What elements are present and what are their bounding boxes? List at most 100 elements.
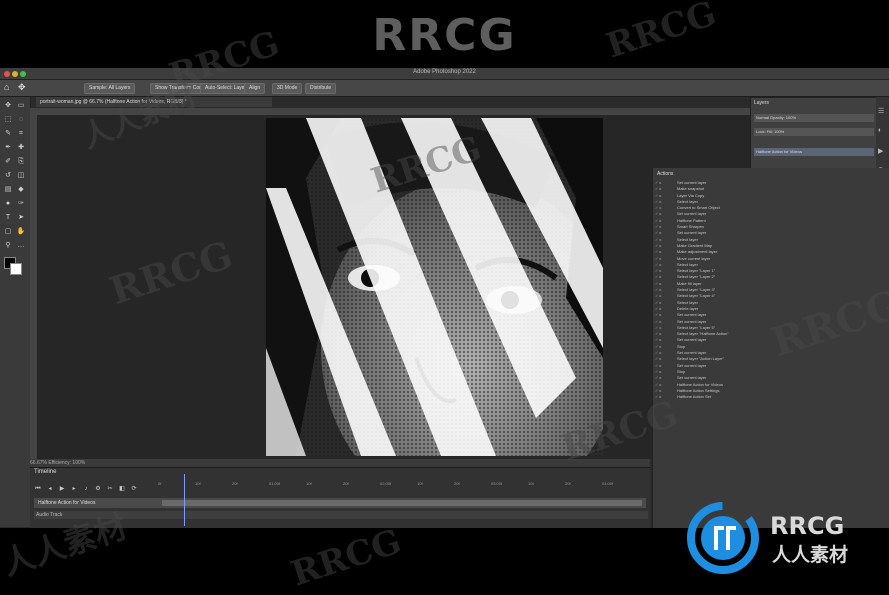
action-label: Halftone Action Settings	[677, 387, 720, 393]
action-label: Select layer "Layer 2"	[677, 274, 716, 280]
3d-mode-option[interactable]: 3D Mode	[272, 83, 303, 94]
action-label: Set current layer	[677, 230, 707, 236]
action-label: Select layer "Action Layer"	[677, 356, 725, 362]
brush-tool-icon[interactable]: ✐	[2, 157, 14, 167]
action-label: Select layer	[677, 236, 698, 242]
top-banner: RRCG	[0, 0, 889, 68]
hand-tool-icon[interactable]: ✋	[15, 227, 27, 237]
actions-panel: Actions ✓ ▸ Set current layer ✓ ▸ Make snap…	[652, 168, 889, 528]
action-label: Convert to Smart Object	[677, 205, 720, 211]
action-label: Make Gradient Map	[677, 242, 713, 248]
lasso-tool-icon[interactable]: ◌	[15, 115, 27, 125]
layers-tab[interactable]: Layers	[754, 100, 769, 106]
history-brush-tool-icon[interactable]: ↺	[2, 171, 14, 181]
properties-icon[interactable]: ☰	[878, 107, 884, 115]
eraser-tool-icon[interactable]: ◫	[15, 171, 27, 181]
lock-fill-row[interactable]: Lock: Fill: 100%	[754, 128, 874, 136]
timeline-tick: 20f	[565, 481, 571, 486]
options-bar: ⌂ ✥ Sample: All Layers Show Transform Co…	[0, 80, 889, 97]
brand-name: RRCG	[770, 512, 845, 540]
dodge-tool-icon[interactable]: ●	[2, 199, 14, 209]
action-label: Select layer "Layer 5"	[677, 324, 716, 330]
timeline-tick: 10f	[417, 481, 423, 486]
zoom-tool-icon[interactable]: ⚲	[2, 241, 14, 251]
home-icon[interactable]: ⌂	[4, 82, 9, 92]
move-tool-icon[interactable]: ✥	[2, 101, 14, 111]
actions-panel-title[interactable]: Actions	[657, 171, 673, 177]
path-select-tool-icon[interactable]: ➤	[15, 213, 27, 223]
action-label: Move current layer	[677, 255, 711, 261]
action-label: Delete layer	[677, 305, 699, 311]
actions-icon[interactable]: ▶	[878, 147, 883, 155]
action-label: Halftone Pattern	[677, 217, 706, 223]
adjustments-icon[interactable]: ◐	[878, 127, 882, 134]
banner-title: RRCG	[372, 10, 517, 61]
halftone-portrait-image	[266, 118, 603, 456]
horizontal-ruler	[30, 108, 750, 115]
timeline-tick: 03:00f	[491, 481, 503, 486]
timeline-ruler: 0f 10f 20f 01:00f 10f 20f 02:00f 10f 20f 03:00f 10…	[30, 468, 650, 488]
action-label: Set current layer	[677, 312, 707, 318]
rrcg-logo-icon	[687, 502, 759, 574]
timeline-tick: 10f	[195, 481, 201, 486]
action-label: Set current layer	[677, 375, 707, 381]
type-tool-icon[interactable]: T	[2, 213, 14, 223]
action-label: Select layer	[677, 198, 698, 204]
action-label: Select layer "Layer 4"	[677, 293, 716, 299]
tools-panel: ✥ ▭ ⬚ ◌ ✎ ⌗ ✒ ✚ ✐ ⎘ ↺ ◫ ▤ ◆ ● ✑ T ➤ ▢ ✋ …	[0, 97, 31, 527]
vertical-ruler	[30, 115, 37, 459]
background-color-swatch[interactable]	[10, 263, 22, 275]
marquee-tool-icon[interactable]: ⬚	[2, 115, 14, 125]
action-label: Make snapshot	[677, 186, 705, 192]
blur-tool-icon[interactable]: ◆	[15, 185, 27, 195]
timeline-tick: 0f	[158, 481, 162, 486]
audio-track: Audio Track	[34, 511, 648, 519]
action-item[interactable]: ✓ ▸ Halftone Action Set	[655, 394, 885, 400]
sample-option[interactable]: Sample: All Layers	[84, 83, 136, 94]
gradient-tool-icon[interactable]: ▤	[2, 185, 14, 195]
action-label: Select layer "Layer 1"	[677, 268, 716, 274]
timeline-tick: 20f	[232, 481, 238, 486]
clip-label: Halftone Action for Videos	[38, 500, 96, 506]
timeline-tick: 20f	[454, 481, 460, 486]
action-label: Set current layer	[677, 180, 707, 185]
action-label: Set current layer	[677, 350, 707, 356]
eyedropper-tool-icon[interactable]: ✒	[2, 143, 14, 153]
actions-list: ✓ ▸ Set current layer ✓ ▸ Make snapshot ✓ ▸ L…	[655, 180, 885, 400]
action-label: Select layer "Halftone Action"	[677, 331, 729, 337]
action-label: Smart Sharpen	[677, 224, 704, 230]
layer-row[interactable]: Halftone Action for Videos	[754, 148, 874, 156]
timeline-tick: 01:00f	[269, 481, 281, 486]
move-tool-icon[interactable]: ✥	[18, 82, 26, 93]
action-label: Halftone Action Set	[677, 394, 712, 400]
crop-tool-icon[interactable]: ⌗	[15, 129, 27, 139]
timeline-tick: 20f	[343, 481, 349, 486]
align-option[interactable]: Align	[244, 83, 266, 94]
playhead[interactable]	[184, 474, 185, 526]
artboard-tool-icon[interactable]: ▭	[15, 101, 27, 111]
action-label: Set current layer	[677, 318, 707, 324]
video-clip[interactable]	[162, 500, 642, 506]
app-title: Adobe Photoshop 2022	[413, 69, 476, 75]
layers-panel: Layers Normal Opacity: 100% Lock: Fill: …	[750, 97, 878, 169]
more-tools-icon[interactable]: …	[15, 241, 27, 251]
clone-stamp-tool-icon[interactable]: ⎘	[15, 157, 27, 167]
title-bar: Adobe Photoshop 2022	[0, 68, 889, 80]
healing-tool-icon[interactable]: ✚	[15, 143, 27, 153]
shape-tool-icon[interactable]: ▢	[2, 227, 14, 237]
status-bar: 66.67% Efficiency: 100%	[30, 459, 650, 467]
blend-mode-row[interactable]: Normal Opacity: 100%	[754, 114, 874, 122]
timeline-tick: 02:00f	[380, 481, 392, 486]
distribute-option[interactable]: Distribute	[305, 83, 337, 94]
action-label: Set current layer	[677, 337, 707, 343]
action-label: Halftone Action for Videos	[677, 381, 723, 387]
action-label: Make adjustment layer	[677, 249, 718, 255]
timeline-tick: 10f	[306, 481, 312, 486]
pen-tool-icon[interactable]: ✑	[15, 199, 27, 209]
document-tab[interactable]: portrait-woman.jpg @ 66.7% (Halftone Act…	[36, 97, 272, 107]
quick-select-tool-icon[interactable]: ✎	[2, 129, 14, 139]
action-label: Stop	[677, 368, 686, 374]
video-track: Halftone Action for Videos	[34, 498, 646, 508]
action-label: Select layer	[677, 299, 698, 305]
action-toggle-icon[interactable]: ✓ ▸	[655, 394, 677, 400]
